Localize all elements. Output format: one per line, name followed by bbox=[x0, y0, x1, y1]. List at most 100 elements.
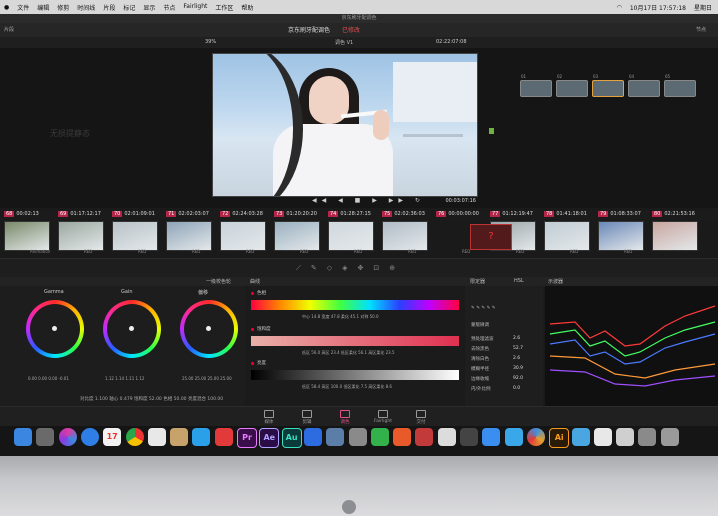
page-tab[interactable]: Fairlight bbox=[369, 410, 397, 424]
color-wheel[interactable] bbox=[180, 300, 238, 358]
enable-dot[interactable] bbox=[251, 362, 254, 365]
menu-item[interactable]: 文件 bbox=[17, 3, 29, 12]
app-c-icon[interactable] bbox=[437, 428, 456, 446]
color-node[interactable]: 04 bbox=[628, 74, 660, 97]
qualifier-value[interactable]: 2.6 bbox=[513, 336, 520, 341]
color-node[interactable]: 05 bbox=[664, 74, 696, 97]
transport-controls[interactable]: ◀◀ ◀ ■ ▶ ▶▶ ↻ bbox=[312, 197, 425, 204]
baidu-netdisk-icon[interactable] bbox=[303, 428, 322, 446]
menu-item[interactable]: 显示 bbox=[143, 3, 155, 12]
jd-icon[interactable] bbox=[214, 428, 233, 446]
illustrator-icon[interactable]: Ai bbox=[549, 428, 570, 448]
toolbar-left-label[interactable]: 片段 bbox=[4, 26, 14, 33]
clip-tc: 02:24:03:28 bbox=[232, 211, 263, 217]
menu-item[interactable]: 编辑 bbox=[37, 3, 49, 12]
qualifier-value[interactable]: 92.0 bbox=[513, 376, 523, 381]
clip-thumbnail[interactable] bbox=[166, 221, 212, 251]
menu-item[interactable]: 时间线 bbox=[77, 3, 95, 12]
qualifier-value[interactable]: 0.0 bbox=[513, 386, 520, 391]
nodes-toggle[interactable]: 节点 bbox=[696, 26, 706, 33]
doc-3-icon[interactable] bbox=[638, 428, 657, 446]
after-effects-icon[interactable]: Ae bbox=[259, 428, 280, 448]
clip-thumbnail[interactable] bbox=[4, 221, 50, 251]
photos-icon[interactable] bbox=[147, 428, 166, 446]
clip-timecode: 77 01:12:19:47 bbox=[490, 211, 533, 218]
siri-icon[interactable] bbox=[58, 428, 77, 446]
qualifier-value[interactable]: 52.7 bbox=[513, 346, 523, 351]
clip-thumbnail[interactable] bbox=[220, 221, 266, 251]
clip-thumbnail[interactable] bbox=[598, 221, 644, 251]
folder-icon[interactable] bbox=[571, 428, 590, 446]
finder-icon[interactable] bbox=[14, 428, 32, 446]
menu-item[interactable]: Fairlight bbox=[183, 3, 207, 12]
page-tab[interactable]: 媒体 bbox=[255, 410, 283, 425]
davinci-icon[interactable] bbox=[526, 428, 545, 446]
clip-thumbnail[interactable] bbox=[382, 221, 428, 251]
clip-timecode: 68 00:02:13 bbox=[4, 211, 39, 218]
clip-thumbnail[interactable] bbox=[544, 221, 590, 251]
menu-item[interactable]: 修剪 bbox=[57, 3, 69, 12]
motion-icon[interactable] bbox=[460, 428, 478, 446]
qualifier-value[interactable]: 30.9 bbox=[513, 366, 523, 371]
photoshop-pr-icon[interactable]: Pr bbox=[237, 428, 257, 448]
wheel-center-handle[interactable] bbox=[129, 326, 134, 331]
app-d-icon[interactable] bbox=[504, 428, 523, 446]
clip-tc: 02:02:03:07 bbox=[178, 211, 209, 217]
trash-icon[interactable] bbox=[660, 428, 679, 446]
missing-clip[interactable]: ? bbox=[470, 224, 512, 250]
wechat-icon[interactable] bbox=[370, 428, 389, 446]
saturation-bar[interactable] bbox=[251, 336, 459, 346]
color-node[interactable]: 01 bbox=[520, 74, 552, 97]
chrome-icon[interactable] bbox=[125, 428, 144, 446]
clip-thumbnail[interactable] bbox=[274, 221, 320, 251]
qualifier-tools-icon[interactable]: ✎ ✎ ✎ ✎ ✎ bbox=[471, 306, 496, 311]
color-node[interactable]: 02 bbox=[556, 74, 588, 97]
wifi-icon[interactable]: ◠ bbox=[617, 4, 622, 11]
menu-item[interactable]: 标记 bbox=[123, 3, 135, 12]
hsl-mode[interactable]: HSL bbox=[514, 278, 524, 284]
color-wheel[interactable] bbox=[103, 300, 161, 358]
wheel-center-handle[interactable] bbox=[52, 326, 57, 331]
audition-icon[interactable]: Au bbox=[281, 428, 302, 448]
doc-1-icon[interactable] bbox=[593, 428, 612, 446]
apple-menu-icon[interactable]: ● bbox=[4, 4, 9, 11]
menu-item[interactable]: 帮助 bbox=[241, 3, 253, 12]
page-tab[interactable]: 交付 bbox=[407, 410, 435, 425]
menu-item[interactable]: 工作区 bbox=[215, 3, 233, 12]
doc-2-icon[interactable] bbox=[616, 428, 635, 446]
clip-thumbnail[interactable] bbox=[58, 221, 104, 251]
clip-number: 77 bbox=[490, 211, 501, 217]
feishu-icon[interactable] bbox=[482, 428, 501, 446]
qualifier-value[interactable]: 2.6 bbox=[513, 356, 520, 361]
wheel-center-handle[interactable] bbox=[206, 326, 211, 331]
zoom-level[interactable]: 39% bbox=[205, 39, 216, 45]
menu-item[interactable]: 片段 bbox=[103, 3, 115, 12]
clip-thumbnail[interactable] bbox=[328, 221, 374, 251]
enable-dot[interactable] bbox=[251, 292, 254, 295]
launchpad-icon[interactable] bbox=[36, 428, 55, 446]
page-tab[interactable]: 调色 bbox=[331, 410, 359, 425]
enable-dot[interactable] bbox=[251, 328, 254, 331]
safari-icon[interactable] bbox=[80, 428, 99, 446]
color-node[interactable]: 03 bbox=[592, 74, 624, 97]
clip-number: 76 bbox=[436, 211, 447, 217]
qualifier-param: 预处理滤波 bbox=[471, 337, 494, 342]
wps-icon[interactable] bbox=[393, 428, 412, 446]
app-b-icon[interactable] bbox=[415, 428, 434, 446]
luminance-bar[interactable] bbox=[251, 370, 459, 380]
app-a-icon[interactable] bbox=[326, 428, 345, 446]
viewer-image[interactable] bbox=[212, 53, 478, 197]
page-navigation: 媒体 剪辑 调色 Fairlight 交付 bbox=[0, 406, 718, 427]
clip-number: 79 bbox=[598, 211, 609, 217]
clip-thumbnail[interactable] bbox=[112, 221, 158, 251]
color-wheel[interactable] bbox=[26, 300, 84, 358]
calendar-icon[interactable]: 17 bbox=[103, 428, 122, 446]
preview-icon[interactable] bbox=[170, 428, 189, 446]
clip-thumbnail[interactable] bbox=[652, 221, 698, 251]
page-tab[interactable]: 剪辑 bbox=[293, 410, 321, 425]
menu-item[interactable]: 节点 bbox=[163, 3, 175, 12]
qq-icon[interactable] bbox=[192, 428, 211, 446]
hue-bar[interactable] bbox=[251, 300, 459, 310]
curve-tool-icons[interactable]: ⟋✎◇◈✥⊡⊕ bbox=[296, 264, 405, 273]
system-preferences-icon[interactable] bbox=[348, 428, 367, 446]
